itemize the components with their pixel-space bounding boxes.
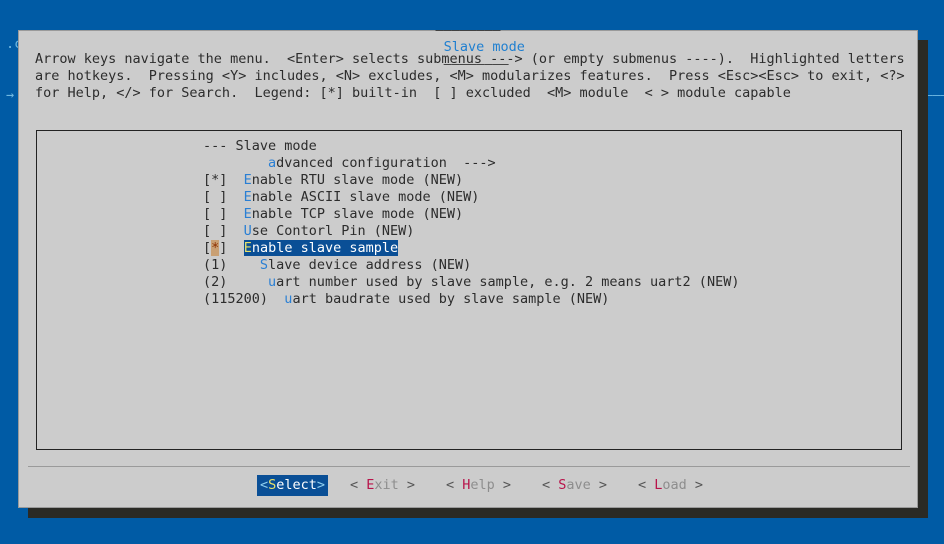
select-button[interactable]: <Select> bbox=[257, 475, 329, 496]
bracket-close: > bbox=[398, 477, 416, 493]
menu-item-hotkey: S bbox=[259, 257, 269, 273]
menu-row[interactable]: [*] Enable RTU slave mode (NEW) bbox=[37, 172, 901, 189]
menu-item-flag: [ ] bbox=[203, 206, 228, 222]
menu-item-label: art baudrate used by slave sample (NEW) bbox=[292, 291, 610, 307]
menu-item-label: se Contorl Pin (NEW) bbox=[251, 223, 415, 239]
save-button[interactable]: < Save > bbox=[542, 475, 607, 496]
menu-row-selected[interactable]: [*] Enable slave sample bbox=[37, 240, 901, 257]
menu-item-flag: (115200) bbox=[203, 291, 269, 307]
menu-item-label: dvanced configuration bbox=[276, 155, 447, 171]
menu-row[interactable]: (115200) uart baudrate used by slave sam… bbox=[37, 291, 901, 308]
menu-listbox[interactable]: --- Slave mode advanced configuration --… bbox=[36, 130, 902, 450]
button-label: oad bbox=[662, 477, 687, 493]
help-line-0: Arrow keys navigate the menu. <Enter> se… bbox=[35, 51, 905, 67]
help-legend-text: Arrow keys navigate the menu. <Enter> se… bbox=[35, 51, 905, 102]
menu-item-label: lave device address (NEW) bbox=[268, 257, 472, 273]
breadcrumb-separator: → bbox=[6, 87, 15, 103]
bracket-open: < bbox=[638, 477, 655, 493]
help-line-1: are hotkeys. Pressing <Y> includes, <N> … bbox=[35, 68, 905, 84]
exit-button[interactable]: < Exit > bbox=[350, 475, 415, 496]
menu-item-flag: (2) bbox=[203, 274, 228, 290]
menuconfig-dialog: ———————— Slave mode ———————— Arrow keys … bbox=[18, 22, 919, 508]
cursor-cell: * bbox=[211, 240, 220, 256]
menu-item-hotkey: U bbox=[243, 223, 252, 239]
bracket-close: > bbox=[590, 477, 608, 493]
menu-item-label: art number used by slave sample, e.g. 2 … bbox=[276, 274, 740, 290]
menu-row[interactable]: [ ] Enable TCP slave mode (NEW) bbox=[37, 206, 901, 223]
menu-row[interactable]: [ ] Use Contorl Pin (NEW) bbox=[37, 223, 901, 240]
menu-row[interactable]: (1) Slave device address (NEW) bbox=[37, 257, 901, 274]
button-label: xit bbox=[374, 477, 399, 493]
menu-item-hotkey: E bbox=[243, 206, 252, 222]
bracket-open: < bbox=[542, 477, 559, 493]
button-bar: <Select> < Exit > < Help > < Save > < Load > bbox=[19, 475, 919, 501]
submenu-arrow-icon: ---> bbox=[446, 155, 496, 171]
load-button[interactable]: < Load > bbox=[638, 475, 703, 496]
bracket-close: > bbox=[686, 477, 704, 493]
bracket-close: > bbox=[316, 477, 326, 493]
help-line-2: for Help, </> for Search. Legend: [*] bu… bbox=[35, 85, 791, 101]
bracket-open: < bbox=[260, 477, 269, 493]
menu-item-flag bbox=[203, 155, 227, 171]
menu-item-flag: [ ] bbox=[203, 223, 228, 239]
menu-row[interactable]: (2) uart number used by slave sample, e.… bbox=[37, 274, 901, 291]
menu-item-checkbox[interactable]: [*] bbox=[203, 240, 227, 256]
menu-item-label: nable TCP slave mode (NEW) bbox=[251, 206, 464, 222]
menu-row[interactable]: advanced configuration ---> bbox=[37, 155, 901, 172]
help-button[interactable]: < Help > bbox=[446, 475, 511, 496]
menu-item-flag: [*] bbox=[203, 172, 228, 188]
menu-item-hotkey: E bbox=[243, 240, 252, 256]
button-label: elp bbox=[470, 477, 495, 493]
bracket-open: < bbox=[350, 477, 367, 493]
menu-row[interactable]: --- Slave mode bbox=[37, 138, 901, 155]
menu-item-label: Slave mode bbox=[235, 138, 317, 154]
menu-item-hotkey: E bbox=[243, 172, 252, 188]
button-label: ave bbox=[566, 477, 591, 493]
dialog-title-rule-left: ———————— bbox=[435, 22, 501, 38]
menu-item-hotkey: u bbox=[268, 274, 277, 290]
menu-item-label: nable slave sample bbox=[251, 240, 399, 256]
bracket-open: < bbox=[446, 477, 463, 493]
menu-item-hotkey: a bbox=[268, 155, 277, 171]
menu-item-label: nable RTU slave mode (NEW) bbox=[251, 172, 464, 188]
button-label: elect bbox=[276, 477, 317, 493]
menu-item-label: nable ASCII slave mode (NEW) bbox=[251, 189, 480, 205]
menu-item-flag: --- bbox=[203, 138, 228, 154]
button-bar-divider bbox=[28, 466, 910, 467]
menu-item-flag: (1) bbox=[203, 257, 228, 273]
breadcrumb-tail-rule: —————— bbox=[916, 87, 944, 103]
menu-item-flag: [ ] bbox=[203, 189, 228, 205]
menu-row[interactable]: [ ] Enable ASCII slave mode (NEW) bbox=[37, 189, 901, 206]
bracket-close: > bbox=[494, 477, 512, 493]
menu-items: --- Slave mode advanced configuration --… bbox=[37, 138, 901, 308]
menu-item-highlight: Enable slave sample bbox=[243, 240, 399, 256]
menu-item-hotkey: E bbox=[243, 189, 252, 205]
